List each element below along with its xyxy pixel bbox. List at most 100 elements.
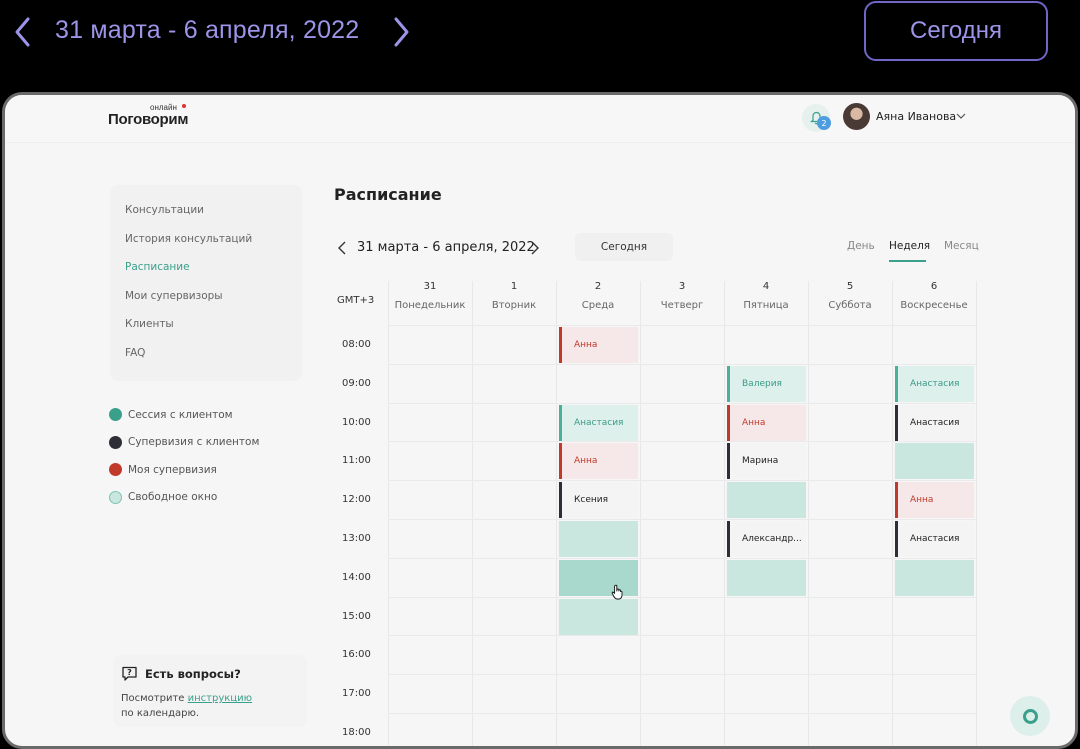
grid-column-line: [808, 281, 809, 746]
sidebar-item-my-supervisors[interactable]: Мои супервизоры: [110, 289, 302, 318]
calendar-event[interactable]: Анастасия: [895, 521, 974, 557]
hour-label: 16:00: [342, 649, 371, 661]
hour-label: 10:00: [342, 416, 371, 428]
tab-month[interactable]: Месяц: [944, 240, 979, 252]
hour-label: 08:00: [342, 339, 371, 350]
tab-day[interactable]: День: [847, 240, 875, 252]
sidebar-item-consultation-history[interactable]: История консультаций: [110, 232, 302, 261]
calendar-event[interactable]: Анастасия: [895, 365, 974, 402]
hour-label: 13:00: [342, 533, 371, 544]
logo-dot: [182, 104, 186, 108]
calendar-event[interactable]: Марина: [727, 443, 806, 480]
free-slot[interactable]: [559, 559, 638, 596]
question-bubble-icon: ?: [122, 666, 137, 681]
calendar-event[interactable]: Анастасия: [895, 404, 974, 441]
chevron-right-icon[interactable]: [390, 16, 412, 48]
page-title: Расписание: [334, 185, 442, 204]
grid-row-line: [388, 674, 976, 676]
hour-label: 09:00: [342, 377, 371, 389]
instruction-link[interactable]: инструкцию: [188, 693, 252, 704]
grid-row-line: [388, 596, 976, 598]
app-topbar: Поговорим онлайн 2 Аяна Иванова: [5, 95, 1075, 143]
chat-button[interactable]: [1010, 696, 1050, 736]
sidebar-item-consultations[interactable]: Консультации: [110, 203, 302, 232]
day-number: 1: [510, 281, 518, 292]
day-number: 6: [930, 281, 938, 292]
day-number: 5: [846, 281, 854, 292]
user-name[interactable]: Аяна Иванова: [876, 110, 956, 123]
today-button[interactable]: Сегодня: [575, 233, 673, 261]
legend-dot-free-slot: [109, 490, 122, 504]
free-slot[interactable]: [559, 521, 638, 557]
grid-row-line: [388, 325, 976, 326]
calendar-event[interactable]: Анастасия: [559, 404, 638, 441]
active-tab-indicator: [889, 260, 926, 262]
day-header: 3 Четверг: [640, 281, 724, 311]
help-card: ? Есть вопросы? Посмотрите инструкцию по…: [113, 655, 307, 727]
calendar-event[interactable]: Анна: [559, 443, 638, 480]
hour-label: 15:00: [342, 610, 371, 622]
calendar-event[interactable]: Анна: [559, 327, 638, 363]
legend-dot-client-supervision: [109, 435, 122, 449]
grid-column-line: [388, 281, 389, 746]
chevron-right-icon[interactable]: [528, 240, 542, 256]
grid-row-line: [388, 635, 976, 637]
day-header: 5 Суббота: [808, 281, 892, 311]
hour-label: 17:00: [342, 688, 371, 700]
legend-item: Сессия с клиентом: [109, 401, 259, 429]
day-name: Воскресенье: [900, 300, 968, 311]
day-header: 1 Вторник: [472, 281, 556, 311]
logo[interactable]: Поговорим онлайн: [108, 103, 188, 128]
day-number: 2: [594, 281, 602, 292]
hour-label: 11:00: [342, 455, 371, 467]
help-text: Посмотрите инструкцию по календарю.: [121, 691, 299, 721]
chevron-left-icon[interactable]: [335, 240, 349, 256]
day-number: 3: [678, 281, 686, 292]
grid-row-line: [388, 713, 976, 714]
notification-count-badge: 2: [817, 116, 831, 130]
grid-column-line: [976, 281, 977, 746]
day-name: Суббота: [828, 300, 872, 311]
calendar-event[interactable]: Анна: [895, 482, 974, 519]
free-slot[interactable]: [895, 443, 974, 480]
free-slot[interactable]: [559, 598, 638, 635]
day-name: Среда: [581, 300, 615, 311]
calendar-event[interactable]: Александр...: [727, 521, 806, 557]
grid-column-line: [892, 281, 893, 746]
calendar-event[interactable]: Ксения: [559, 482, 638, 519]
grid-row-line: [388, 557, 976, 559]
day-name: Пятница: [743, 300, 789, 311]
legend-item: Свободное окно: [109, 484, 259, 512]
timezone-label: GMT+3: [337, 295, 375, 306]
grid-column-line: [724, 281, 725, 746]
legend-item: Супервизия с клиентом: [109, 429, 259, 457]
legend: Сессия с клиентом Супервизия с клиентом …: [109, 401, 259, 511]
calendar-event[interactable]: Валерия: [727, 365, 806, 402]
chevron-left-icon[interactable]: [12, 16, 34, 48]
hour-label: 12:00: [342, 494, 371, 506]
free-slot[interactable]: [727, 559, 806, 596]
outer-today-button[interactable]: Сегодня: [864, 1, 1048, 61]
free-slot[interactable]: [727, 482, 806, 519]
grid-column-line: [640, 281, 641, 746]
grid-row-line: [388, 441, 976, 443]
legend-label: Сессия с клиентом: [128, 408, 233, 421]
avatar[interactable]: [843, 103, 870, 130]
day-name: Вторник: [491, 300, 537, 311]
sidebar-item-faq[interactable]: FAQ: [110, 346, 302, 375]
logo-subtext: онлайн: [150, 103, 177, 112]
legend-label: Свободное окно: [128, 491, 218, 504]
chevron-down-icon[interactable]: [955, 111, 967, 121]
legend-dot-client-session: [109, 408, 122, 422]
sidebar-item-clients[interactable]: Клиенты: [110, 317, 302, 346]
tab-week[interactable]: Неделя: [889, 240, 930, 252]
free-slot[interactable]: [895, 559, 974, 596]
day-name: Понедельник: [394, 300, 466, 311]
calendar-event[interactable]: Анна: [727, 404, 806, 441]
sidebar-item-schedule[interactable]: Расписание: [110, 260, 302, 289]
help-text-before: Посмотрите: [121, 693, 188, 704]
help-title: Есть вопросы?: [145, 666, 241, 681]
svg-text:?: ?: [127, 668, 132, 677]
hour-label: 14:00: [342, 571, 371, 583]
grid-row-line: [388, 363, 976, 365]
